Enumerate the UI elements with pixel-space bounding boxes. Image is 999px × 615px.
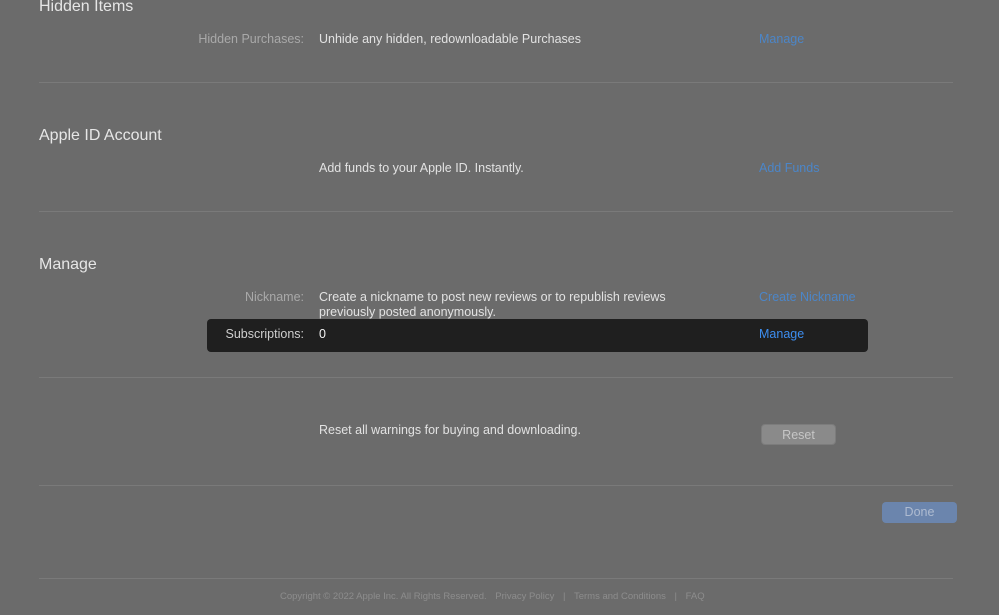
subscriptions-manage-link[interactable]: Manage (759, 327, 804, 341)
divider (39, 82, 953, 83)
hidden-purchases-label: Hidden Purchases: (198, 32, 304, 46)
divider (39, 485, 953, 486)
divider (39, 377, 953, 378)
section-title-manage: Manage (39, 256, 97, 273)
hidden-purchases-manage-link[interactable]: Manage (759, 32, 804, 46)
faq-link[interactable]: FAQ (686, 591, 705, 602)
hidden-purchases-text: Unhide any hidden, redownloadable Purcha… (319, 32, 581, 46)
subscriptions-count: 0 (319, 327, 326, 341)
section-title-hidden-items: Hidden Items (39, 0, 134, 15)
account-settings-page: Hidden Items Hidden Purchases: Unhide an… (0, 0, 999, 615)
nickname-text: Create a nickname to post new reviews or… (319, 290, 666, 319)
privacy-policy-link[interactable]: Privacy Policy (495, 591, 554, 602)
create-nickname-link[interactable]: Create Nickname (759, 290, 856, 304)
add-funds-link[interactable]: Add Funds (759, 161, 819, 175)
footer-copyright: Copyright © 2022 Apple Inc. All Rights R… (280, 591, 487, 602)
add-funds-text: Add funds to your Apple ID. Instantly. (319, 161, 524, 175)
footer: Copyright © 2022 Apple Inc. All Rights R… (280, 591, 705, 602)
divider (39, 211, 953, 212)
footer-separator: | (563, 591, 566, 602)
subscriptions-row: Subscriptions: 0 Manage (207, 319, 868, 352)
divider (39, 578, 953, 579)
reset-warnings-text: Reset all warnings for buying and downlo… (319, 423, 581, 437)
done-button[interactable]: Done (882, 502, 957, 523)
terms-and-conditions-link[interactable]: Terms and Conditions (574, 591, 666, 602)
section-title-apple-id-account: Apple ID Account (39, 127, 162, 144)
footer-separator: | (674, 591, 677, 602)
subscriptions-label: Subscriptions: (225, 327, 304, 341)
reset-button[interactable]: Reset (761, 424, 836, 445)
nickname-label: Nickname: (244, 290, 304, 304)
